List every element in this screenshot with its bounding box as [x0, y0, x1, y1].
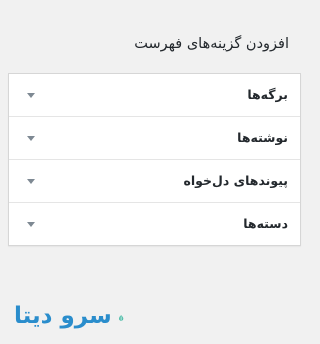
- caret-down-icon[interactable]: [27, 179, 35, 184]
- accordion-section-custom-links[interactable]: پیوندهای دل‌خواه: [9, 160, 300, 203]
- add-menu-items-panel: افزودن گزینه‌های فهرست برگه‌ها نوشته‌ها …: [0, 0, 310, 344]
- panel-title: افزودن گزینه‌های فهرست: [134, 36, 289, 52]
- accordion-section-label: برگه‌ها: [247, 87, 288, 102]
- accordion-section-label: دسته‌ها: [243, 216, 288, 231]
- caret-down-icon[interactable]: [27, 136, 35, 141]
- cypress-tree-icon: [118, 315, 123, 321]
- menu-items-accordion: برگه‌ها نوشته‌ها پیوندهای دل‌خواه دسته‌ه…: [8, 73, 301, 246]
- accordion-section-label: نوشته‌ها: [237, 130, 288, 145]
- brand-logo: سرو دیتا: [14, 301, 124, 335]
- accordion-section-categories[interactable]: دسته‌ها: [9, 203, 300, 245]
- caret-down-icon[interactable]: [27, 222, 35, 227]
- accordion-section-posts[interactable]: نوشته‌ها: [9, 117, 300, 160]
- brand-name: سرو دیتا: [14, 302, 112, 329]
- caret-down-icon[interactable]: [27, 93, 35, 98]
- accordion-section-pages[interactable]: برگه‌ها: [9, 74, 300, 117]
- accordion-section-label: پیوندهای دل‌خواه: [183, 173, 289, 188]
